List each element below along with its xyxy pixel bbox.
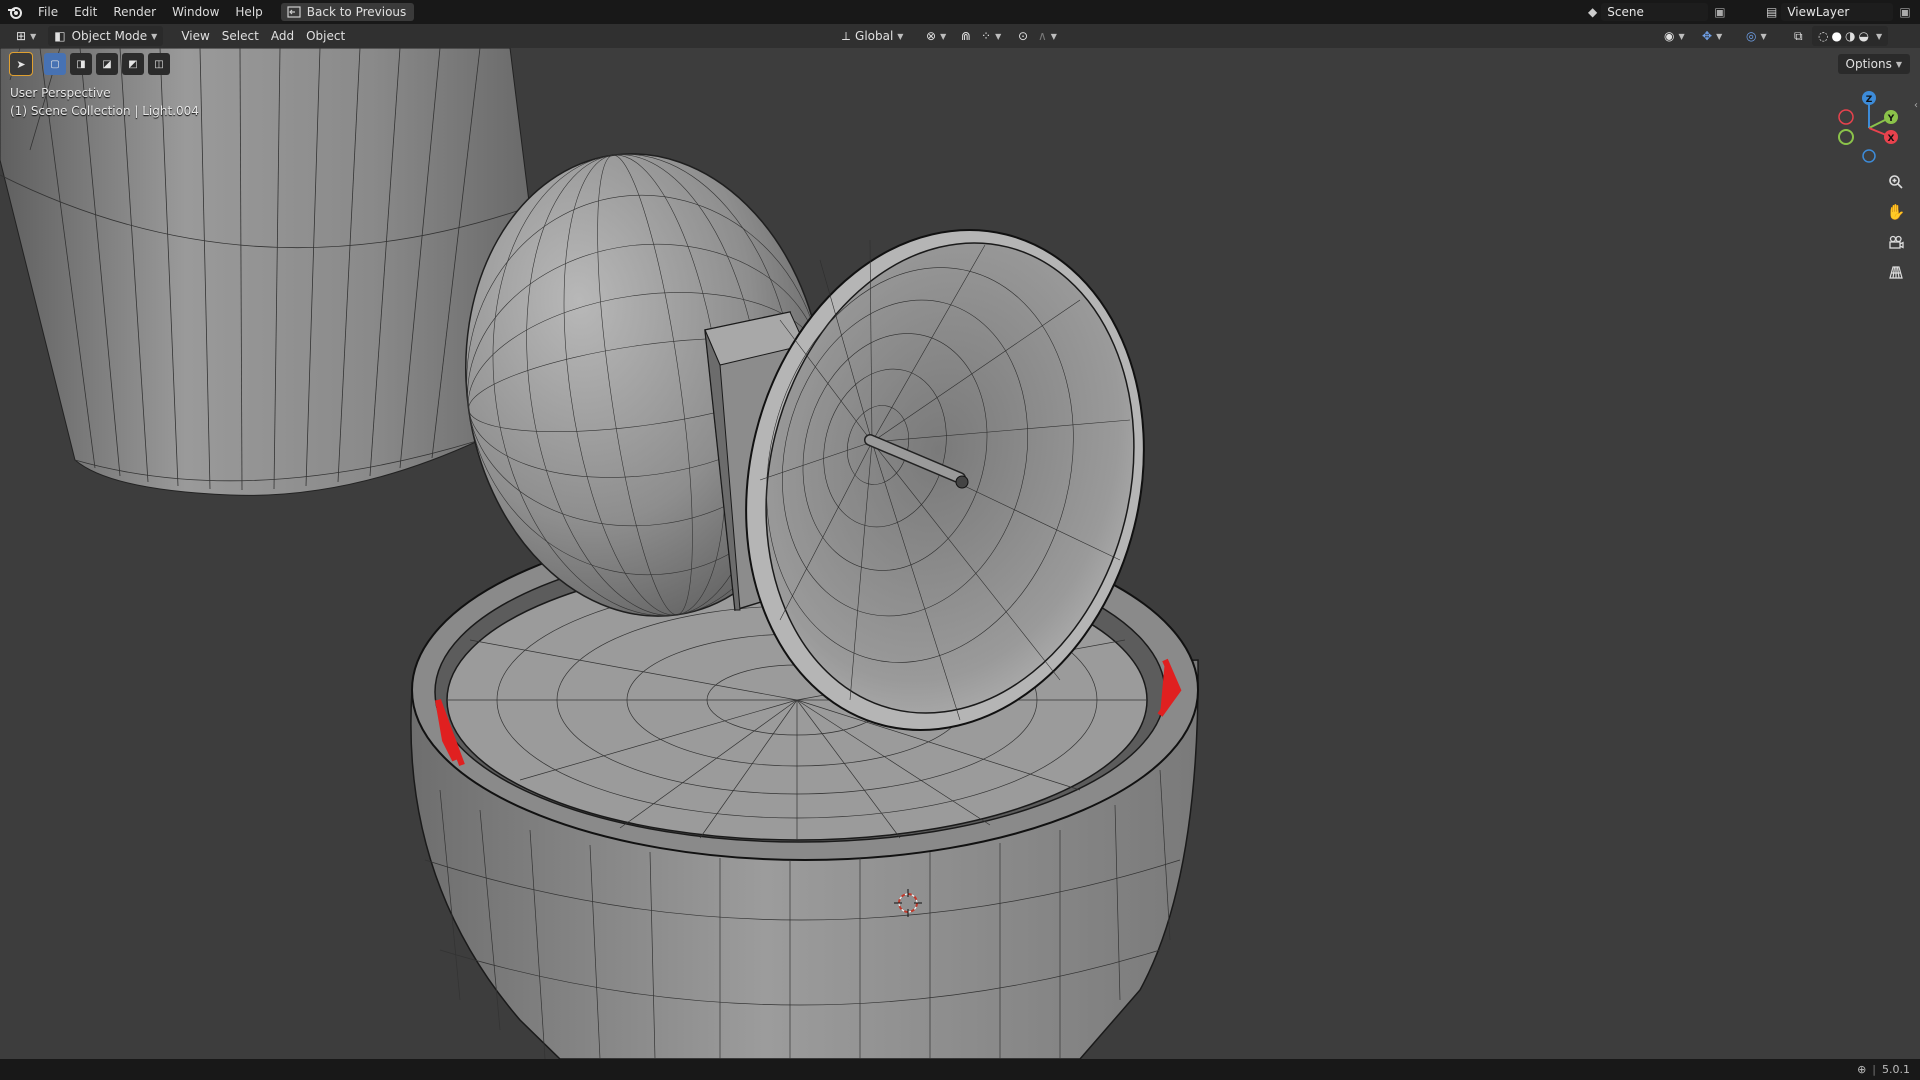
menu-window[interactable]: Window	[164, 0, 227, 24]
select-intersect-icon: ◫	[154, 58, 164, 70]
perspective-label: User Perspective	[10, 86, 111, 100]
navigation-gizmo[interactable]: Z Y X	[1838, 91, 1898, 163]
scene-name: Scene	[1607, 5, 1644, 19]
select-intersect-button[interactable]: ◫	[148, 53, 170, 75]
select-subtract-button[interactable]: ◪	[96, 53, 118, 75]
menu-add[interactable]: Add	[265, 26, 300, 46]
gizmo-neg-y-axis[interactable]	[1838, 129, 1854, 145]
xray-icon: ⧉	[1794, 28, 1803, 43]
menu-file[interactable]: File	[30, 0, 66, 24]
gizmo-icon: ✥	[1702, 29, 1713, 43]
rendered-shading-icon[interactable]: ◒	[1858, 29, 1868, 43]
select-extend-icon: ◨	[76, 58, 86, 70]
select-new-button[interactable]: ▢	[44, 53, 66, 75]
status-bar: ⊕ | 5.0.1	[0, 1059, 1920, 1080]
proportional-editing-toggle[interactable]: ⊙	[1012, 26, 1034, 46]
pan-button[interactable]: ✋	[1883, 199, 1909, 225]
visibility-dropdown[interactable]: ◉ ▼	[1658, 26, 1691, 46]
snap-grid-icon: ⁘	[981, 29, 992, 43]
pivot-icon: ⊗	[926, 29, 937, 43]
new-view-layer-icon[interactable]: ▣	[1899, 5, 1910, 19]
zoom-icon	[1889, 175, 1903, 189]
options-label: Options	[1845, 57, 1892, 71]
view-layer-name: ViewLayer	[1787, 5, 1850, 19]
ortho-toggle-button[interactable]	[1883, 259, 1909, 285]
transform-orientation-dropdown[interactable]: ⟂ Global ▼	[836, 26, 909, 46]
version-label: 5.0.1	[1882, 1063, 1910, 1076]
view-layer-selector[interactable]: ▤ ViewLayer ▣	[1766, 0, 1911, 24]
view-layer-icon: ▤	[1766, 5, 1778, 19]
zoom-button[interactable]	[1883, 169, 1909, 195]
cursor-arrow-icon: ➤	[16, 57, 26, 71]
object-mode-icon: ◧	[54, 29, 66, 43]
transform-orientation-icon: ⟂	[842, 28, 851, 43]
shading-modes[interactable]: ◌ ● ◑ ◒ ▼	[1812, 26, 1889, 46]
snap-icon: ⋒	[961, 29, 972, 43]
blender-logo-icon[interactable]	[0, 0, 30, 24]
object-mode-label: Object Mode	[71, 29, 148, 43]
proportional-falloff-dropdown[interactable]: ∧ ▼	[1032, 26, 1063, 46]
back-to-previous-label: Back to Previous	[306, 5, 407, 19]
select-mode-toolbar: ➤ ▢ ◨ ◪ ◩ ◫	[0, 50, 170, 78]
tweak-tool-button[interactable]: ➤	[9, 52, 33, 76]
solid-shading-icon[interactable]: ●	[1831, 29, 1841, 43]
svg-text:Z: Z	[1866, 95, 1873, 105]
overlay-icon: ◎	[1746, 29, 1757, 43]
visibility-icon: ◉	[1664, 29, 1675, 43]
sidebar-toggle[interactable]: ‹	[1914, 100, 1918, 111]
pivot-point-dropdown[interactable]: ⊗ ▼	[920, 26, 952, 46]
viewport-info: User Perspective (1) Scene Collection | …	[10, 84, 199, 120]
select-invert-button[interactable]: ◩	[122, 53, 144, 75]
back-to-previous-button[interactable]: Back to Previous	[280, 3, 415, 21]
collection-label: (1) Scene Collection | Light.004	[10, 104, 199, 118]
gizmo-neg-x-axis[interactable]	[1838, 109, 1854, 125]
menu-select[interactable]: Select	[216, 26, 265, 46]
viewport-header: ⊞ ▼ ◧ Object Mode ▼ View Select Add Object…	[0, 24, 1920, 48]
proportional-icon: ⊙	[1018, 29, 1029, 43]
select-subtract-icon: ◪	[102, 58, 112, 70]
menu-render[interactable]: Render	[105, 0, 164, 24]
new-scene-icon[interactable]: ▣	[1714, 5, 1725, 19]
snap-target-dropdown[interactable]: ⁘ ▼	[975, 26, 1007, 46]
scene-icon: ◆	[1588, 5, 1598, 19]
menu-edit[interactable]: Edit	[66, 0, 105, 24]
viewport-scene[interactable]: Z Y X	[0, 48, 1920, 1059]
wireframe-shading-icon[interactable]: ◌	[1818, 29, 1828, 43]
falloff-icon: ∧	[1038, 29, 1047, 43]
back-icon	[287, 6, 301, 18]
xray-toggle[interactable]: ⧉	[1788, 26, 1809, 46]
menu-help[interactable]: Help	[227, 0, 270, 24]
scene-selector[interactable]: ◆ Scene ▣	[1588, 0, 1726, 24]
globe-icon: ⊕	[1857, 1063, 1867, 1076]
svg-text:Y: Y	[1887, 114, 1895, 124]
overlay-toggle[interactable]: ◎ ▼	[1740, 26, 1773, 46]
select-new-icon: ▢	[50, 58, 60, 70]
options-dropdown[interactable]: Options ▼	[1837, 54, 1910, 74]
3d-viewport[interactable]: Z Y X User Perspective (1) Scene Collect…	[0, 48, 1920, 1059]
pan-hand-icon: ✋	[1886, 203, 1906, 221]
gizmo-neg-z-axis[interactable]	[1862, 149, 1876, 163]
gizmo-toggle[interactable]: ✥ ▼	[1696, 26, 1728, 46]
select-extend-button[interactable]: ◨	[70, 53, 92, 75]
camera-view-button[interactable]	[1883, 229, 1909, 255]
snap-toggle[interactable]: ⋒	[955, 26, 977, 46]
svg-text:X: X	[1888, 134, 1895, 144]
editor-type-icon: ⊞	[16, 29, 27, 43]
camera-icon	[1889, 235, 1904, 249]
select-invert-icon: ◩	[128, 58, 138, 70]
transform-orientation-label: Global	[855, 29, 894, 43]
menu-object[interactable]: Object	[300, 26, 351, 46]
object-mode-dropdown[interactable]: ◧ Object Mode ▼	[48, 26, 164, 46]
editor-type-button[interactable]: ⊞ ▼	[10, 26, 42, 46]
grid-icon	[1889, 266, 1903, 279]
menu-view[interactable]: View	[175, 26, 215, 46]
material-shading-icon[interactable]: ◑	[1845, 29, 1855, 43]
